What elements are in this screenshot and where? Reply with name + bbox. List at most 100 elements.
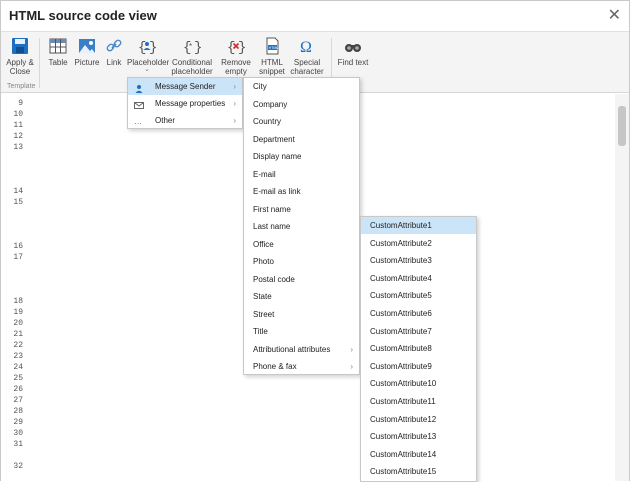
close-icon[interactable]: ✕ — [608, 5, 621, 25]
menu-item-customattribute9[interactable]: CustomAttribute9 — [361, 358, 476, 375]
menu-item-message-sender[interactable]: Message Sender › — [128, 78, 242, 95]
template-group-label: Template — [7, 83, 36, 90]
line-number: 23 — [13, 352, 23, 361]
menu-item-city[interactable]: City — [244, 78, 359, 95]
line-number: 27 — [13, 396, 23, 405]
menu-item-customattribute5[interactable]: CustomAttribute5 — [361, 287, 476, 304]
menu-item-company[interactable]: Company — [244, 96, 359, 113]
special-character-button[interactable]: Ω Special character — [289, 34, 325, 76]
scrollbar-thumb[interactable] — [618, 106, 626, 146]
menu-item-title[interactable]: Title — [244, 323, 359, 340]
table-icon — [48, 36, 68, 56]
line-number: 11 — [13, 121, 23, 130]
menu-item-display-name[interactable]: Display name — [244, 148, 359, 165]
menu-item-street[interactable]: Street — [244, 306, 359, 323]
envelope-icon — [134, 99, 144, 109]
menu-item-customattribute4[interactable]: CustomAttribute4 — [361, 270, 476, 287]
line-number: 22 — [13, 341, 23, 350]
picture-label: Picture — [74, 58, 100, 67]
menu-item-customattribute15[interactable]: CustomAttribute15 — [361, 463, 476, 480]
conditional-placeholder-button[interactable]: {}* Conditional placeholder ⌄ — [170, 34, 214, 82]
svg-text:{: { — [138, 40, 146, 56]
svg-text:HTML: HTML — [269, 46, 279, 50]
line-number: 14 — [13, 187, 23, 196]
menu-item-customattribute2[interactable]: CustomAttribute2 — [361, 235, 476, 252]
chevron-right-icon: › — [233, 99, 236, 108]
apply-close-label: Apply & Close — [6, 58, 34, 76]
line-number: 24 — [13, 363, 23, 372]
chevron-right-icon: › — [350, 362, 353, 371]
menu-item-customattribute1[interactable]: CustomAttribute1 — [361, 217, 476, 234]
line-number: 29 — [13, 418, 23, 427]
html-source-code-view-window: HTML source code view ✕ Apply & Close Ta… — [0, 0, 630, 482]
line-number: 12 — [13, 132, 23, 141]
menu-item-photo[interactable]: Photo — [244, 253, 359, 270]
picture-icon — [77, 36, 97, 56]
menu-item-customattribute7[interactable]: CustomAttribute7 — [361, 323, 476, 340]
svg-text:Ω: Ω — [300, 39, 312, 56]
placeholder-button[interactable]: {} Placeholder ⌄ — [127, 34, 169, 73]
menu-item-customattribute10[interactable]: CustomAttribute10 — [361, 375, 476, 392]
link-button[interactable]: Link — [103, 34, 125, 67]
menu-item-e-mail[interactable]: E-mail — [244, 166, 359, 183]
link-icon — [104, 36, 124, 56]
line-number: 28 — [13, 407, 23, 416]
link-label: Link — [106, 58, 122, 67]
svg-text:}: } — [194, 40, 202, 56]
menu-item-last-name[interactable]: Last name — [244, 218, 359, 235]
remove-empty-button[interactable]: {} Remove empty — [219, 34, 253, 76]
menu-item-postal-code[interactable]: Postal code — [244, 271, 359, 288]
message-sender-submenu: City Company Country Department Display name… — [243, 77, 360, 375]
save-icon — [10, 36, 30, 56]
svg-text:*: * — [189, 42, 192, 51]
apply-close-button[interactable]: Apply & Close — [5, 34, 35, 76]
menu-item-attributional-attributes[interactable]: Attributional attributes › — [244, 341, 359, 358]
table-button[interactable]: Table — [45, 34, 71, 67]
find-text-icon — [343, 36, 363, 56]
menu-item-country[interactable]: Country — [244, 113, 359, 130]
menu-item-department[interactable]: Department — [244, 131, 359, 148]
conditional-placeholder-label: Conditional placeholder — [171, 58, 213, 76]
line-number: 30 — [13, 429, 23, 438]
line-number: 18 — [13, 297, 23, 306]
html-snippet-icon: HTML — [262, 36, 282, 56]
window-title: HTML source code view — [9, 8, 157, 23]
line-number: 17 — [13, 253, 23, 262]
vertical-scrollbar[interactable] — [615, 94, 629, 481]
line-number: 15 — [13, 198, 23, 207]
menu-item-first-name[interactable]: First name — [244, 201, 359, 218]
menu-item-customattribute11[interactable]: CustomAttribute11 — [361, 393, 476, 410]
menu-item-e-mail-as-link[interactable]: E-mail as link — [244, 183, 359, 200]
placeholder-dropdown-arrow: ⌄ — [144, 66, 150, 73]
find-text-button[interactable]: Find text — [335, 34, 371, 67]
custom-attributes-submenu: CustomAttribute1 CustomAttribute2 CustomAt… — [360, 216, 477, 482]
line-number: 13 — [13, 143, 23, 152]
menu-item-customattribute6[interactable]: CustomAttribute6 — [361, 305, 476, 322]
person-icon — [134, 82, 144, 93]
line-number-gutter: 9 10 11 12 13 14 15 16 17 18 19 20 21 22… — [1, 94, 31, 481]
special-character-label: Special character — [290, 58, 324, 76]
menu-item-customattribute8[interactable]: CustomAttribute8 — [361, 340, 476, 357]
title-bar: HTML source code view ✕ — [1, 1, 629, 31]
menu-item-other[interactable]: … Other › — [128, 112, 242, 129]
conditional-placeholder-icon: {} * — [182, 36, 202, 56]
menu-item-phone-fax[interactable]: Phone & fax › — [244, 358, 359, 375]
menu-item-customattribute13[interactable]: CustomAttribute13 — [361, 428, 476, 445]
table-label: Table — [48, 58, 68, 67]
placeholder-icon: {} — [137, 36, 157, 56]
menu-item-customattribute12[interactable]: CustomAttribute12 — [361, 411, 476, 428]
menu-item-customattribute3[interactable]: CustomAttribute3 — [361, 252, 476, 269]
picture-button[interactable]: Picture — [73, 34, 101, 67]
line-number: 10 — [13, 110, 23, 119]
line-number: 26 — [13, 385, 23, 394]
chevron-right-icon: › — [233, 82, 236, 91]
svg-text:}: } — [149, 40, 157, 56]
menu-item-message-properties[interactable]: Message properties › — [128, 95, 242, 112]
html-snippet-button[interactable]: HTML HTML snippet — [257, 34, 287, 76]
line-number: 32 — [13, 462, 23, 471]
menu-item-office[interactable]: Office — [244, 236, 359, 253]
menu-item-state[interactable]: State — [244, 288, 359, 305]
remove-empty-label: Remove empty — [221, 58, 251, 76]
html-snippet-label: HTML snippet — [259, 58, 285, 76]
menu-item-customattribute14[interactable]: CustomAttribute14 — [361, 446, 476, 463]
